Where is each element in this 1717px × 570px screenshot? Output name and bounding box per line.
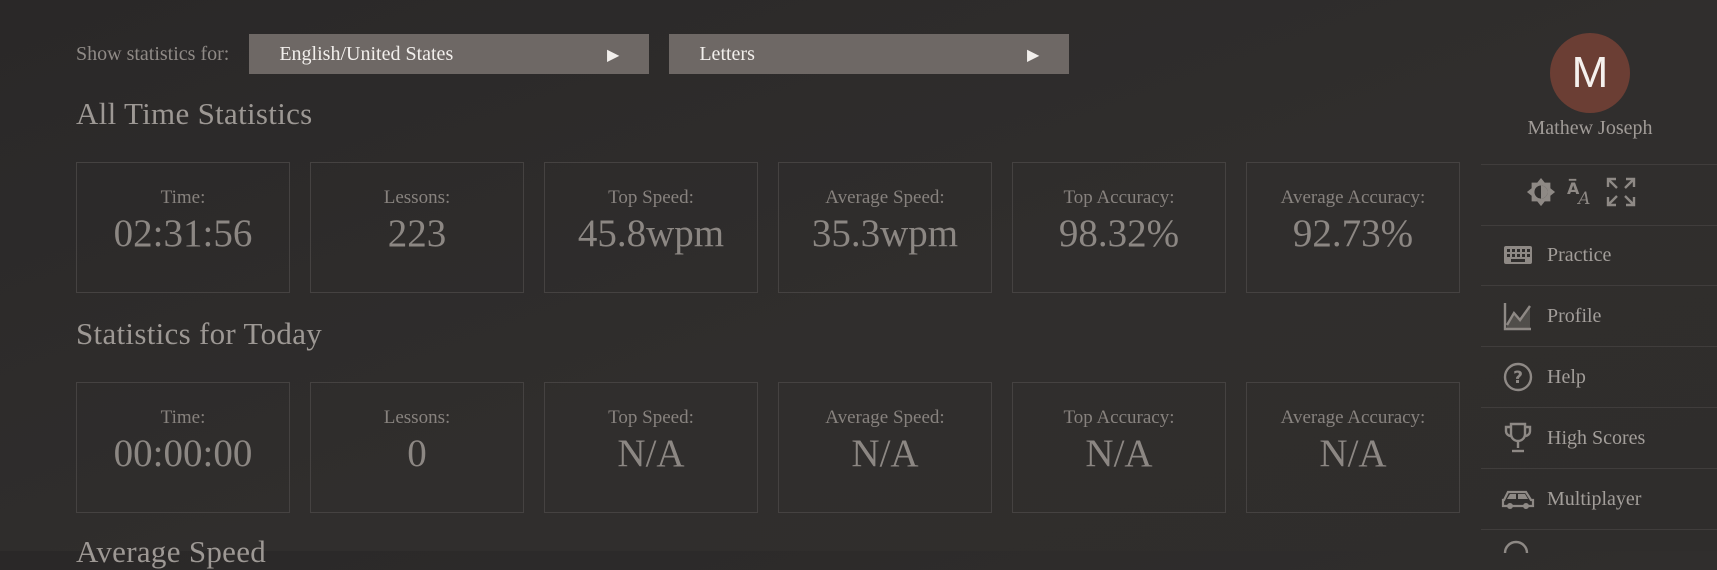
filter-label: Show statistics for: bbox=[76, 42, 230, 65]
fullscreen-icon[interactable] bbox=[1606, 176, 1636, 208]
help-icon: ? bbox=[1501, 360, 1535, 394]
nav-item-help[interactable]: ? Help bbox=[1481, 347, 1717, 407]
stat-label: Top Speed: bbox=[608, 407, 694, 428]
stat-card-top-speed: Top Speed: 45.8wpm bbox=[544, 162, 758, 293]
stat-value: 92.73% bbox=[1292, 212, 1414, 255]
stat-card-lessons: Lessons: 0 bbox=[310, 382, 524, 513]
car-icon bbox=[1501, 482, 1535, 516]
stat-label: Top Accuracy: bbox=[1063, 187, 1175, 208]
stat-label: Top Speed: bbox=[608, 187, 694, 208]
stat-card-average-speed: Average Speed: 35.3wpm bbox=[778, 162, 992, 293]
stat-card-time: Time: 02:31:56 bbox=[76, 162, 290, 293]
chart-icon bbox=[1501, 299, 1535, 333]
stat-label: Lessons: bbox=[383, 187, 451, 208]
stat-card-top-accuracy: Top Accuracy: N/A bbox=[1012, 382, 1226, 513]
nav-label: High Scores bbox=[1547, 426, 1646, 449]
language-select-value: English/United States bbox=[279, 42, 454, 65]
divider bbox=[1481, 164, 1717, 165]
svg-text:?: ? bbox=[1513, 368, 1523, 388]
stat-value: 35.3wpm bbox=[811, 212, 959, 255]
stat-value: 223 bbox=[387, 212, 447, 255]
statistics-filter-bar: Show statistics for: English/United Stat… bbox=[76, 34, 1089, 74]
stat-value: 98.32% bbox=[1058, 212, 1180, 255]
stat-label: Lessons: bbox=[383, 407, 451, 428]
stat-card-average-accuracy: Average Accuracy: N/A bbox=[1246, 382, 1460, 513]
stat-value: N/A bbox=[617, 432, 685, 475]
stat-value: 45.8wpm bbox=[577, 212, 725, 255]
stat-card-time: Time: 00:00:00 bbox=[76, 382, 290, 513]
mode-select-value: Letters bbox=[699, 42, 755, 65]
stat-card-top-accuracy: Top Accuracy: 98.32% bbox=[1012, 162, 1226, 293]
stat-card-top-speed: Top Speed: N/A bbox=[544, 382, 758, 513]
nav-label: Profile bbox=[1547, 304, 1602, 327]
stat-value: 00:00:00 bbox=[113, 432, 253, 475]
nav-label: Help bbox=[1547, 365, 1586, 388]
brightness-icon[interactable] bbox=[1526, 176, 1556, 208]
nav-item-high-scores[interactable]: High Scores bbox=[1481, 408, 1717, 468]
keyboard-icon bbox=[1501, 238, 1535, 272]
avatar[interactable]: M bbox=[1550, 33, 1630, 113]
stat-value: N/A bbox=[851, 432, 919, 475]
nav-label: Multiplayer bbox=[1547, 487, 1642, 510]
language-select[interactable]: English/United States ▶ bbox=[249, 34, 650, 74]
stat-value: N/A bbox=[1085, 432, 1153, 475]
all-time-stats-row: Time: 02:31:56 Lessons: 223 Top Speed: 4… bbox=[76, 162, 1460, 293]
display-tools: A A bbox=[1481, 176, 1717, 208]
stat-value: 02:31:56 bbox=[113, 212, 253, 255]
divider bbox=[1481, 529, 1717, 530]
user-profile[interactable]: M Mathew Joseph bbox=[1481, 33, 1717, 140]
today-stats-row: Time: 00:00:00 Lessons: 0 Top Speed: N/A… bbox=[76, 382, 1460, 513]
nav-item-practice[interactable]: Practice bbox=[1481, 225, 1717, 285]
stat-label: Average Accuracy: bbox=[1280, 407, 1426, 428]
stat-label: Time: bbox=[160, 407, 206, 428]
average-speed-section-title: Average Speed bbox=[76, 534, 267, 569]
today-statistics-title: Statistics for Today bbox=[76, 316, 323, 351]
username: Mathew Joseph bbox=[1527, 117, 1653, 139]
nav-item-multiplayer[interactable]: Multiplayer bbox=[1481, 469, 1717, 529]
stat-label: Time: bbox=[160, 187, 206, 208]
nav-item-profile[interactable]: Profile bbox=[1481, 286, 1717, 346]
stat-label: Top Accuracy: bbox=[1063, 407, 1175, 428]
stat-card-lessons: Lessons: 223 bbox=[310, 162, 524, 293]
stat-value: N/A bbox=[1319, 432, 1387, 475]
sidebar: M Mathew Joseph A A Practice Profile ? H… bbox=[1481, 0, 1717, 554]
partial-nav-icon bbox=[1501, 538, 1535, 558]
stat-label: Average Accuracy: bbox=[1280, 187, 1426, 208]
font-size-icon[interactable]: A A bbox=[1566, 176, 1596, 208]
stat-value: 0 bbox=[407, 432, 427, 475]
nav-label: Practice bbox=[1547, 243, 1612, 266]
play-arrow-icon: ▶ bbox=[1027, 44, 1040, 64]
stat-label: Average Speed: bbox=[825, 187, 945, 208]
trophy-icon bbox=[1501, 421, 1535, 455]
svg-text:A: A bbox=[1576, 188, 1590, 208]
stat-label: Average Speed: bbox=[825, 407, 945, 428]
stat-card-average-accuracy: Average Accuracy: 92.73% bbox=[1246, 162, 1460, 293]
all-time-statistics-title: All Time Statistics bbox=[76, 96, 313, 131]
mode-select[interactable]: Letters ▶ bbox=[669, 34, 1070, 74]
stat-card-average-speed: Average Speed: N/A bbox=[778, 382, 992, 513]
play-arrow-icon: ▶ bbox=[607, 44, 620, 64]
